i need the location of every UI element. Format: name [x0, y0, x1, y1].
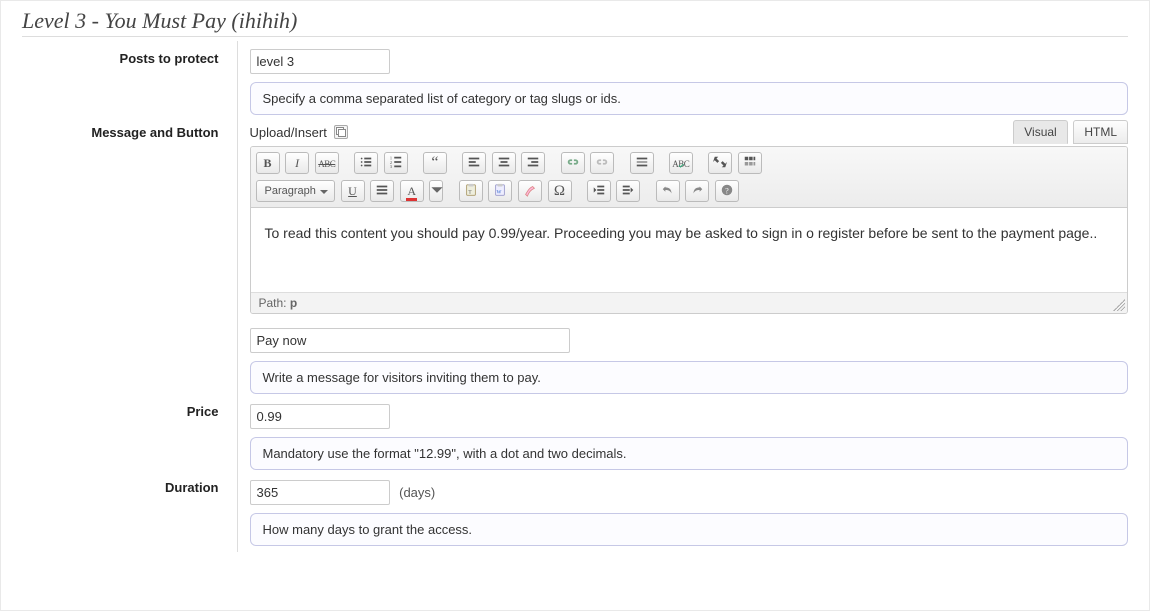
- fullscreen-icon[interactable]: [708, 152, 732, 174]
- rich-text-editor: B I ABC 123 “: [250, 146, 1129, 314]
- upload-insert-label: Upload/Insert: [250, 125, 327, 140]
- underline-icon[interactable]: U: [341, 180, 365, 202]
- editor-path-value[interactable]: p: [290, 296, 297, 310]
- editor-content[interactable]: To read this content you should pay 0.99…: [251, 208, 1128, 292]
- label-price: Price: [22, 400, 237, 476]
- svg-text:W: W: [497, 190, 502, 196]
- svg-text:?: ?: [725, 187, 729, 196]
- text-color-dropdown-icon[interactable]: [429, 180, 443, 202]
- editor-path-label: Path:: [259, 296, 287, 310]
- message-hint: Write a message for visitors inviting th…: [250, 361, 1129, 394]
- spellcheck-icon[interactable]: ABC: [669, 152, 693, 174]
- undo-icon[interactable]: [656, 180, 680, 202]
- remove-format-icon[interactable]: [518, 180, 542, 202]
- unlink-icon[interactable]: [590, 152, 614, 174]
- add-media-icon[interactable]: [334, 125, 348, 139]
- settings-form: Level 3 - You Must Pay (ihihih) Posts to…: [0, 0, 1150, 611]
- indent-icon[interactable]: [616, 180, 640, 202]
- align-right-icon[interactable]: [521, 152, 545, 174]
- editor-tabs: Visual HTML: [1011, 120, 1128, 144]
- align-justify-icon[interactable]: [370, 180, 394, 202]
- align-center-icon[interactable]: [492, 152, 516, 174]
- duration-input[interactable]: [250, 480, 390, 505]
- price-hint: Mandatory use the format "12.99", with a…: [250, 437, 1129, 470]
- format-select[interactable]: Paragraph: [256, 180, 335, 202]
- special-char-icon[interactable]: Ω: [548, 180, 572, 202]
- link-icon[interactable]: [561, 152, 585, 174]
- duration-hint: How many days to grant the access.: [250, 513, 1129, 546]
- paste-text-icon[interactable]: T: [459, 180, 483, 202]
- text-color-icon[interactable]: A: [400, 180, 424, 202]
- svg-text:3: 3: [390, 164, 393, 169]
- resize-handle-icon[interactable]: [1113, 299, 1125, 311]
- kitchen-sink-icon[interactable]: [738, 152, 762, 174]
- strikethrough-icon[interactable]: ABC: [315, 152, 339, 174]
- blockquote-icon[interactable]: “: [423, 152, 447, 174]
- ordered-list-icon[interactable]: 123: [384, 152, 408, 174]
- posts-to-protect-input[interactable]: [250, 49, 390, 74]
- paste-word-icon[interactable]: W: [488, 180, 512, 202]
- align-left-icon[interactable]: [462, 152, 486, 174]
- label-posts: Posts to protect: [22, 41, 237, 121]
- page-title: Level 3 - You Must Pay (ihihih): [22, 8, 1128, 37]
- label-message: Message and Button: [22, 121, 237, 400]
- editor-path-bar: Path: p: [251, 292, 1128, 313]
- redo-icon[interactable]: [685, 180, 709, 202]
- price-input[interactable]: [250, 404, 390, 429]
- posts-to-protect-hint: Specify a comma separated list of catego…: [250, 82, 1129, 115]
- editor-toolbar: B I ABC 123 “: [251, 147, 1128, 208]
- duration-unit: (days): [399, 485, 435, 500]
- label-duration: Duration: [22, 476, 237, 552]
- tab-visual[interactable]: Visual: [1013, 120, 1067, 144]
- insert-more-icon[interactable]: [630, 152, 654, 174]
- unordered-list-icon[interactable]: [354, 152, 378, 174]
- outdent-icon[interactable]: [587, 180, 611, 202]
- bold-icon[interactable]: B: [256, 152, 280, 174]
- italic-icon[interactable]: I: [285, 152, 309, 174]
- form-table: Posts to protect Specify a comma separat…: [22, 41, 1128, 552]
- help-icon[interactable]: ?: [715, 180, 739, 202]
- tab-html[interactable]: HTML: [1073, 120, 1128, 144]
- button-text-input[interactable]: [250, 328, 570, 353]
